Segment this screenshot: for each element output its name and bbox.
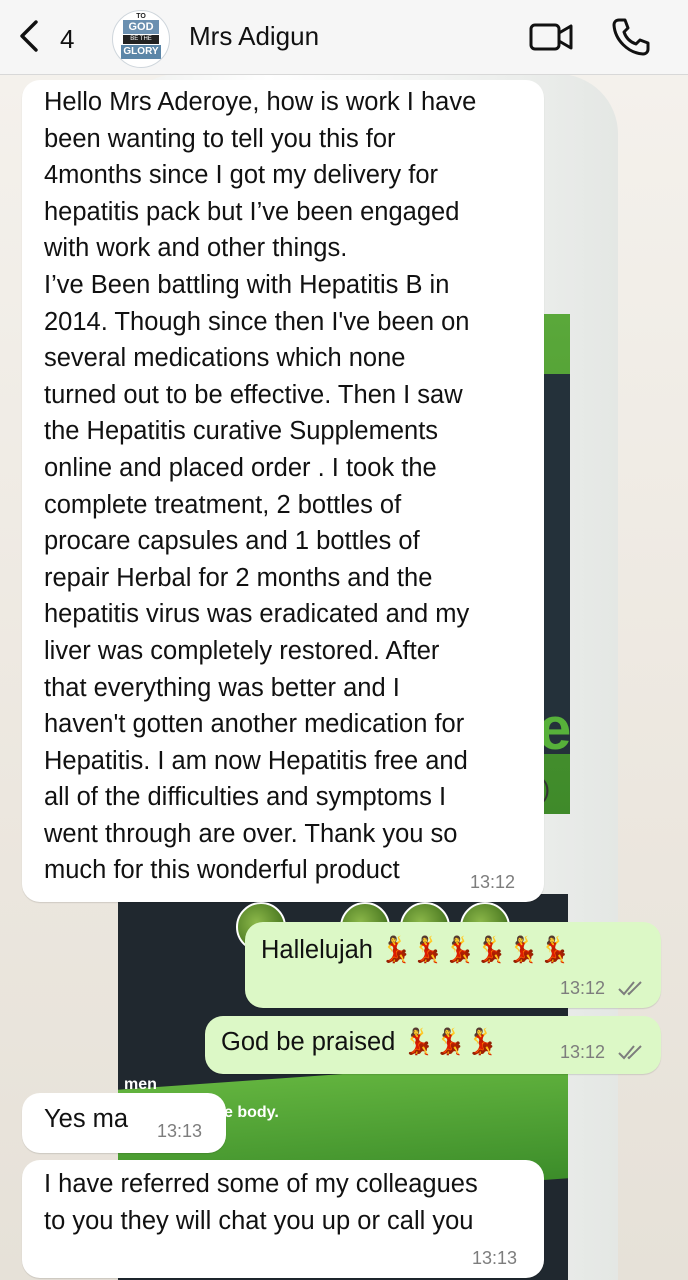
message-text: God be praised 💃💃💃 <box>221 1028 498 1056</box>
message-time: 13:12 <box>560 978 606 998</box>
unread-count: 4 <box>60 24 75 54</box>
message-text: Yes ma <box>44 1105 129 1133</box>
chevron-left-icon <box>20 20 38 52</box>
bottle-label-text: e body. <box>224 1104 279 1121</box>
message-bubble-incoming[interactable]: I have referred some of my colleagues to… <box>22 1160 544 1278</box>
message-text: Hallelujah 💃💃💃💃💃💃 <box>261 936 571 964</box>
read-receipt-icon <box>618 981 642 996</box>
message-time: 13:13 <box>472 1248 518 1268</box>
avatar-text: GLORY <box>121 45 161 59</box>
avatar-text: TO <box>136 13 146 20</box>
message-time: 13:13 <box>157 1121 203 1141</box>
message-bubble-incoming[interactable]: Hello Mrs Aderoye, how is work I have be… <box>22 80 544 902</box>
message-time: 13:12 <box>560 1042 606 1062</box>
back-button[interactable]: 4 <box>16 18 74 58</box>
message-bubble-outgoing[interactable]: Hallelujah 💃💃💃💃💃💃 13:12 <box>245 922 661 1008</box>
message-text: I have referred some of my colleagues to… <box>44 1170 478 1235</box>
chat-header: 4 TO GOD BE THE GLORY Mrs Adigun <box>0 0 688 75</box>
message-bubble-outgoing[interactable]: God be praised 💃💃💃 13:12 <box>205 1016 661 1074</box>
video-camera-icon <box>529 23 573 51</box>
voice-call-button[interactable] <box>610 16 652 58</box>
bottle-label-text: men <box>124 1076 157 1093</box>
message-bubble-incoming[interactable]: Yes ma 13:13 <box>22 1093 226 1153</box>
avatar-text: GOD <box>123 20 159 34</box>
video-call-button[interactable] <box>528 20 576 54</box>
message-text: Hello Mrs Aderoye, how is work I have be… <box>44 88 477 885</box>
contact-name[interactable]: Mrs Adigun <box>189 21 319 52</box>
read-receipt-icon <box>618 1045 642 1060</box>
avatar[interactable]: TO GOD BE THE GLORY <box>112 10 170 68</box>
avatar-text: BE THE <box>123 35 159 44</box>
phone-icon <box>612 18 650 56</box>
message-time: 13:12 <box>470 872 516 892</box>
